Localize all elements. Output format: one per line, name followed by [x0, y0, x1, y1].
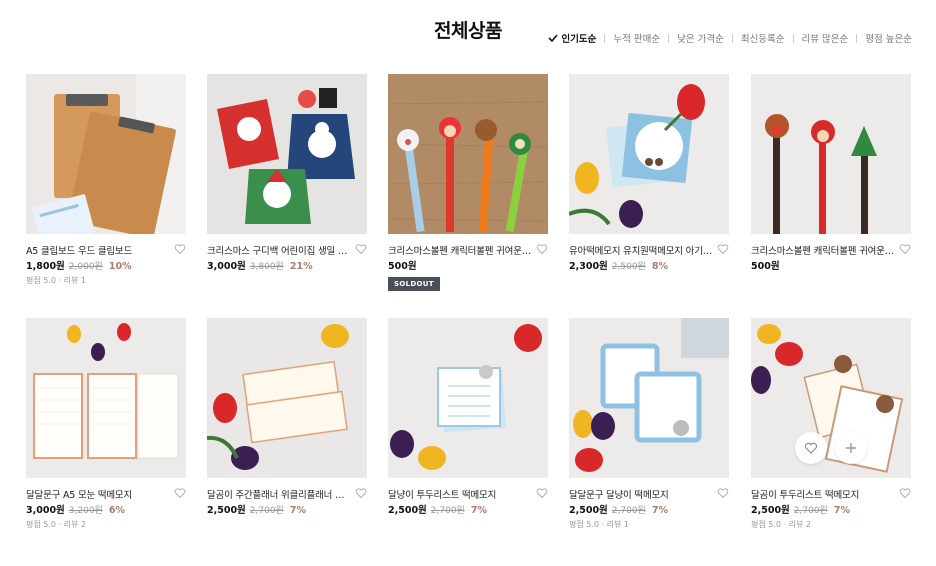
product-card[interactable]: 유아떡메모지 유치원떡메모지 아기떡메모지 2,300원2,500원 8%	[569, 74, 729, 298]
soldout-badge: SOLDOUT	[388, 277, 440, 291]
product-discount: 7%	[289, 505, 306, 516]
product-card[interactable]: 크리스마스볼펜 캐릭터볼펜 귀여운볼펜 500원	[751, 74, 911, 298]
product-name[interactable]: 유아떡메모지 유치원떡메모지 아기떡메모지	[569, 243, 713, 257]
product-name[interactable]: 달달문구 달냥이 떡메모지	[569, 487, 713, 501]
product-name[interactable]: 크리스마스 구디백 어린이집 생일 답례품	[207, 243, 351, 257]
wishlist-heart-icon[interactable]	[717, 243, 729, 255]
product-price: 3,000원	[26, 505, 65, 516]
product-original-price: 2,000원	[68, 262, 103, 272]
product-name[interactable]: 달냥이 투두리스트 떡메모지	[388, 487, 532, 501]
sort-option-reviews[interactable]: 리뷰 많은순	[802, 31, 849, 45]
wishlist-heart-icon[interactable]	[717, 487, 729, 499]
product-price: 1,800원	[26, 261, 65, 272]
wishlist-heart-icon[interactable]	[355, 243, 367, 255]
add-to-wishlist-button[interactable]	[795, 432, 827, 464]
product-name[interactable]: 달곰이 투두리스트 떡메모지	[751, 487, 895, 501]
sort-divider	[792, 33, 794, 43]
product-card[interactable]: A5 클립보드 우드 클립보드 1,800원 2,000원 10% 평점 5.0 ·…	[26, 74, 186, 298]
sort-divider	[604, 33, 606, 43]
product-rating: 평점 5.0 · 리뷰 2	[751, 520, 811, 529]
add-to-cart-button[interactable]	[835, 432, 867, 464]
product-name[interactable]: 크리스마스볼펜 캐릭터볼펜 귀여운볼펜	[388, 243, 532, 257]
product-discount: 7%	[470, 505, 487, 516]
product-thumbnail[interactable]	[751, 318, 911, 478]
product-price: 2,300원	[569, 261, 608, 272]
product-card[interactable]: 달달문구 달냥이 떡메모지 2,500원 2,700원 7% 평점 5.0 · 리뷰…	[569, 318, 729, 542]
product-original-price: 2,700원	[249, 506, 284, 516]
product-original-price: 2,700원	[430, 506, 465, 516]
wishlist-heart-icon[interactable]	[174, 243, 186, 255]
product-thumbnail[interactable]	[569, 74, 729, 234]
product-thumbnail[interactable]	[207, 318, 367, 478]
product-original-price: 2,500원	[611, 262, 646, 272]
wishlist-heart-icon[interactable]	[536, 243, 548, 255]
product-rating: 평점 5.0 · 리뷰 1	[569, 520, 629, 529]
product-thumbnail[interactable]	[26, 318, 186, 478]
sort-option-sales[interactable]: 누적 판매순	[613, 31, 660, 45]
product-thumbnail[interactable]	[388, 74, 548, 234]
product-original-price: 2,700원	[793, 506, 828, 516]
product-card[interactable]: 달곰이 주간플래너 위클리플래너 일정표 2,500원 2,700원 7%	[207, 318, 367, 542]
product-discount: 10%	[108, 261, 132, 272]
wishlist-heart-icon[interactable]	[899, 243, 911, 255]
product-name[interactable]: 달곰이 주간플래너 위클리플래너 일정표	[207, 487, 351, 501]
product-discount: 8%	[651, 261, 668, 272]
product-discount: 6%	[108, 505, 125, 516]
product-card[interactable]: 크리스마스볼펜 캐릭터볼펜 귀여운볼펜 500원 SOLDOUT	[388, 74, 548, 298]
sort-option-low-price[interactable]: 낮은 가격순	[677, 31, 724, 45]
product-thumbnail[interactable]	[751, 74, 911, 234]
product-name[interactable]: 달달문구 A5 모눈 떡메모지	[26, 487, 170, 501]
product-rating: 평점 5.0 · 리뷰 1	[26, 276, 86, 285]
product-price: 500원	[388, 261, 417, 272]
product-price: 2,500원	[751, 505, 790, 516]
product-discount: 21%	[289, 261, 313, 272]
heart-outline-icon	[804, 442, 818, 454]
plus-icon	[846, 443, 856, 453]
product-original-price: 2,700원	[611, 506, 646, 516]
product-thumbnail[interactable]	[26, 74, 186, 234]
wishlist-heart-icon[interactable]	[174, 487, 186, 499]
sort-option-popular[interactable]: 인기도순	[548, 31, 596, 45]
product-card[interactable]: 달곰이 투두리스트 떡메모지 2,500원 2,700원 7% 평점 5.0 · 리…	[751, 318, 911, 542]
wishlist-heart-icon[interactable]	[355, 487, 367, 499]
sort-divider	[731, 33, 733, 43]
product-price: 2,500원	[569, 505, 608, 516]
product-discount: 7%	[651, 505, 668, 516]
product-thumbnail[interactable]	[207, 74, 367, 234]
product-name[interactable]: A5 클립보드 우드 클립보드	[26, 243, 170, 257]
sort-divider	[668, 33, 670, 43]
check-icon	[548, 34, 559, 43]
product-original-price: 3,200원	[68, 506, 103, 516]
product-card[interactable]: 달달문구 A5 모눈 떡메모지 3,000원 3,200원 6% 평점 5.0 · …	[26, 318, 186, 542]
wishlist-heart-icon[interactable]	[536, 487, 548, 499]
product-original-price: 3,800원	[249, 262, 284, 272]
product-thumbnail[interactable]	[388, 318, 548, 478]
product-card[interactable]: 크리스마스 구디백 어린이집 생일 답례품 3,000원 3,800원 21%	[207, 74, 367, 298]
wishlist-heart-icon[interactable]	[899, 487, 911, 499]
sort-option-label: 인기도순	[561, 34, 597, 45]
product-rating: 평점 5.0 · 리뷰 2	[26, 520, 86, 529]
product-price: 500원	[751, 261, 780, 272]
sort-divider	[856, 33, 858, 43]
sort-option-rating[interactable]: 평점 높은순	[865, 31, 912, 45]
sort-bar: 인기도순 누적 판매순 낮은 가격순 최신등록순 리뷰 많은순 평점 높은순	[548, 31, 912, 45]
sort-option-newest[interactable]: 최신등록순	[741, 31, 785, 45]
product-card[interactable]: 달냥이 투두리스트 떡메모지 2,500원 2,700원 7%	[388, 318, 548, 542]
product-price: 2,500원	[388, 505, 427, 516]
product-price: 3,000원	[207, 261, 246, 272]
product-discount: 7%	[833, 505, 850, 516]
product-thumbnail[interactable]	[569, 318, 729, 478]
product-name[interactable]: 크리스마스볼펜 캐릭터볼펜 귀여운볼펜	[751, 243, 895, 257]
product-price: 2,500원	[207, 505, 246, 516]
